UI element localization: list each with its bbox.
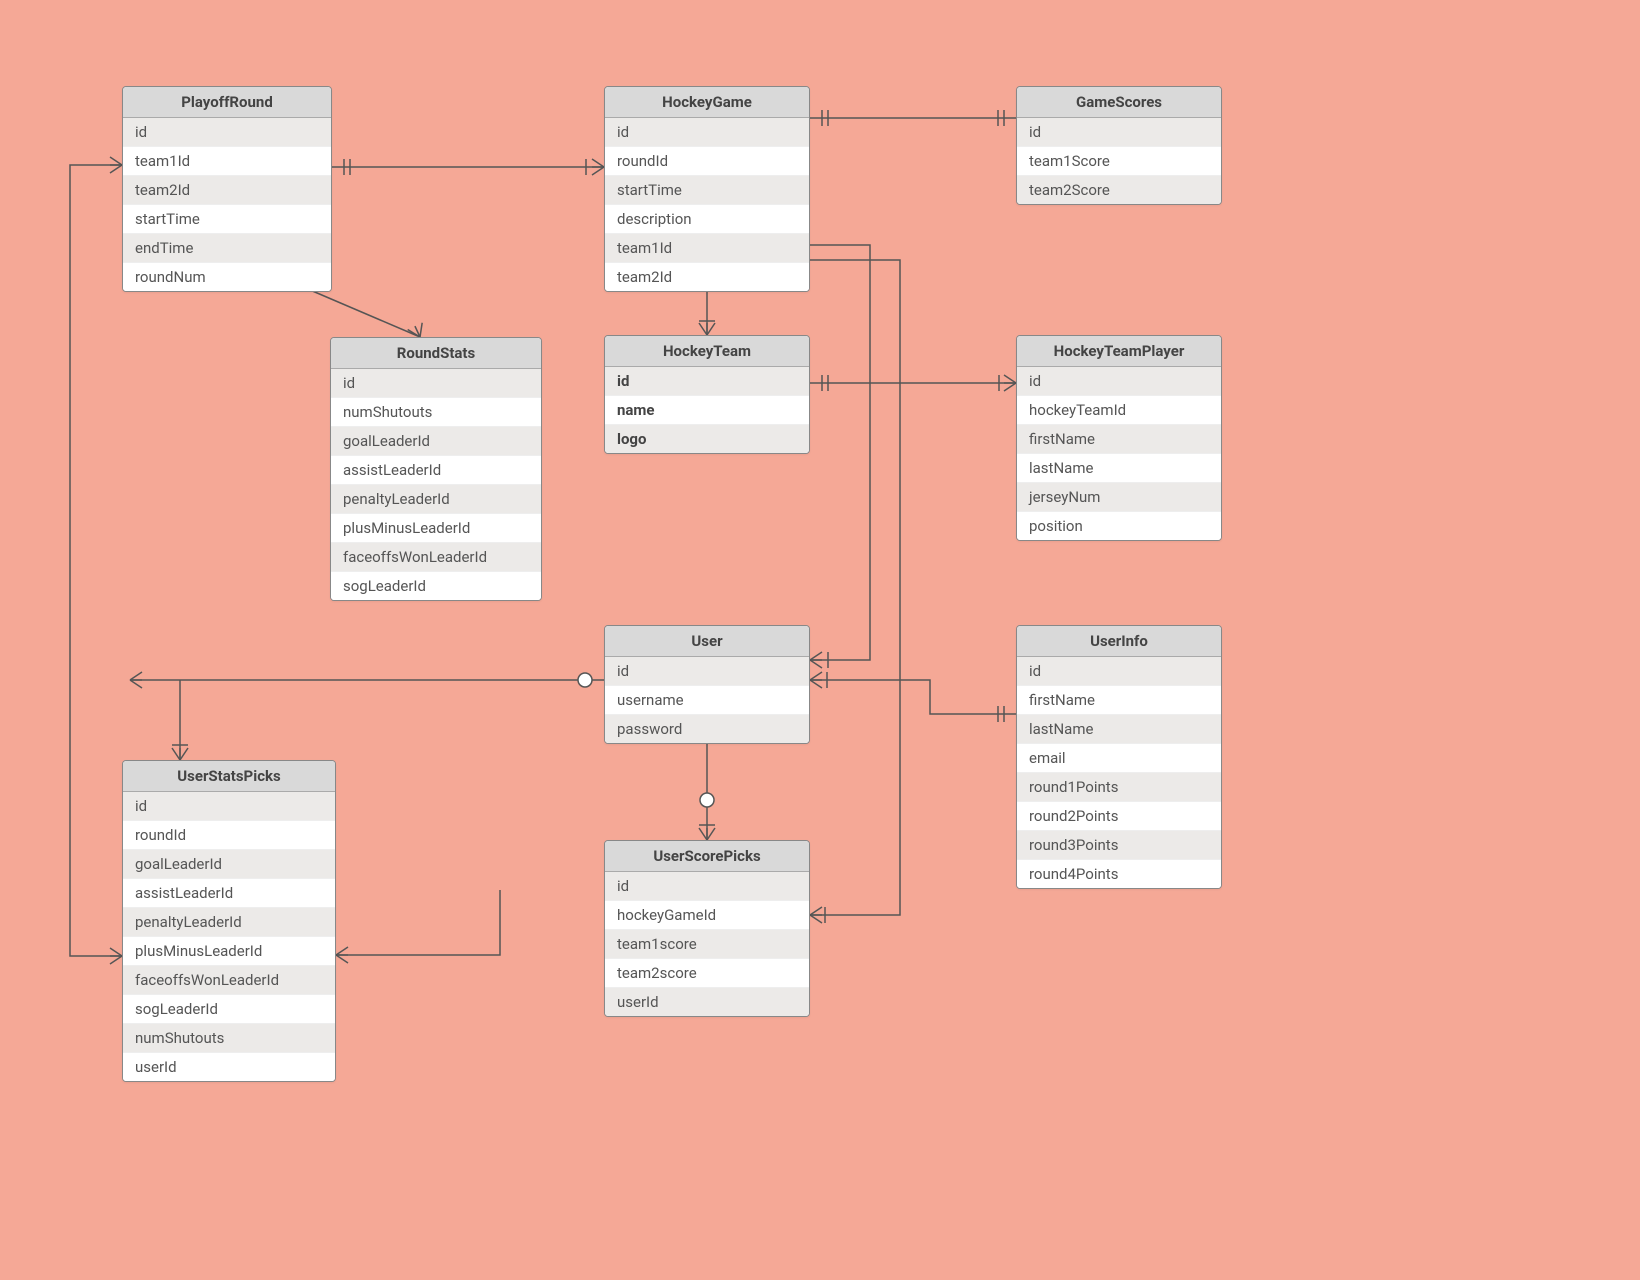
field: id bbox=[1017, 118, 1221, 147]
field: team2Score bbox=[1017, 176, 1221, 204]
field: firstName bbox=[1017, 686, 1221, 715]
field: plusMinusLeaderId bbox=[123, 937, 335, 966]
field: id bbox=[605, 118, 809, 147]
field: firstName bbox=[1017, 425, 1221, 454]
entity-user: User id username password bbox=[604, 625, 810, 744]
field: goalLeaderId bbox=[123, 850, 335, 879]
field: hockeyTeamId bbox=[1017, 396, 1221, 425]
entity-header: PlayoffRound bbox=[123, 87, 331, 118]
field: goalLeaderId bbox=[331, 427, 541, 456]
field: penaltyLeaderId bbox=[123, 908, 335, 937]
field: assistLeaderId bbox=[123, 879, 335, 908]
field: id bbox=[605, 657, 809, 686]
entity-header: User bbox=[605, 626, 809, 657]
field: penaltyLeaderId bbox=[331, 485, 541, 514]
field: userId bbox=[123, 1053, 335, 1081]
field: id bbox=[331, 369, 541, 398]
field: team2Id bbox=[123, 176, 331, 205]
field: lastName bbox=[1017, 454, 1221, 483]
field: endTime bbox=[123, 234, 331, 263]
field: round1Points bbox=[1017, 773, 1221, 802]
field: team1Id bbox=[605, 234, 809, 263]
field: id bbox=[1017, 367, 1221, 396]
field: name bbox=[605, 396, 809, 425]
field: hockeyGameId bbox=[605, 901, 809, 930]
field: email bbox=[1017, 744, 1221, 773]
entity-userstatspicks: UserStatsPicks id roundId goalLeaderId a… bbox=[122, 760, 336, 1082]
field: startTime bbox=[605, 176, 809, 205]
entity-userinfo: UserInfo id firstName lastName email rou… bbox=[1016, 625, 1222, 889]
field: id bbox=[123, 792, 335, 821]
field: team1Score bbox=[1017, 147, 1221, 176]
field: round4Points bbox=[1017, 860, 1221, 888]
field: username bbox=[605, 686, 809, 715]
field: team2Id bbox=[605, 263, 809, 291]
entity-userscorepicks: UserScorePicks id hockeyGameId team1scor… bbox=[604, 840, 810, 1017]
field: description bbox=[605, 205, 809, 234]
field: team2score bbox=[605, 959, 809, 988]
field: plusMinusLeaderId bbox=[331, 514, 541, 543]
field: faceoffsWonLeaderId bbox=[123, 966, 335, 995]
entity-gamescores: GameScores id team1Score team2Score bbox=[1016, 86, 1222, 205]
field: roundNum bbox=[123, 263, 331, 291]
field: round2Points bbox=[1017, 802, 1221, 831]
entity-header: RoundStats bbox=[331, 338, 541, 369]
entity-hockeygame: HockeyGame id roundId startTime descript… bbox=[604, 86, 810, 292]
field: faceoffsWonLeaderId bbox=[331, 543, 541, 572]
entity-roundstats: RoundStats id numShutouts goalLeaderId a… bbox=[330, 337, 542, 601]
field: numShutouts bbox=[123, 1024, 335, 1053]
field: roundId bbox=[605, 147, 809, 176]
entity-header: UserScorePicks bbox=[605, 841, 809, 872]
field: team1score bbox=[605, 930, 809, 959]
field: id bbox=[1017, 657, 1221, 686]
entity-header: HockeyTeam bbox=[605, 336, 809, 367]
field: lastName bbox=[1017, 715, 1221, 744]
entity-playoffround: PlayoffRound id team1Id team2Id startTim… bbox=[122, 86, 332, 292]
field: assistLeaderId bbox=[331, 456, 541, 485]
field: password bbox=[605, 715, 809, 743]
entity-hockeyteamplayer: HockeyTeamPlayer id hockeyTeamId firstNa… bbox=[1016, 335, 1222, 541]
entity-header: UserInfo bbox=[1017, 626, 1221, 657]
entity-header: GameScores bbox=[1017, 87, 1221, 118]
field: team1Id bbox=[123, 147, 331, 176]
field: position bbox=[1017, 512, 1221, 540]
field: logo bbox=[605, 425, 809, 453]
field: sogLeaderId bbox=[331, 572, 541, 600]
field: id bbox=[605, 367, 809, 396]
field: roundId bbox=[123, 821, 335, 850]
field: id bbox=[123, 118, 331, 147]
entity-header: UserStatsPicks bbox=[123, 761, 335, 792]
field: jerseyNum bbox=[1017, 483, 1221, 512]
entity-header: HockeyGame bbox=[605, 87, 809, 118]
field: userId bbox=[605, 988, 809, 1016]
field: numShutouts bbox=[331, 398, 541, 427]
field: sogLeaderId bbox=[123, 995, 335, 1024]
field: round3Points bbox=[1017, 831, 1221, 860]
field: startTime bbox=[123, 205, 331, 234]
entity-header: HockeyTeamPlayer bbox=[1017, 336, 1221, 367]
field: id bbox=[605, 872, 809, 901]
entity-hockeyteam: HockeyTeam id name logo bbox=[604, 335, 810, 454]
